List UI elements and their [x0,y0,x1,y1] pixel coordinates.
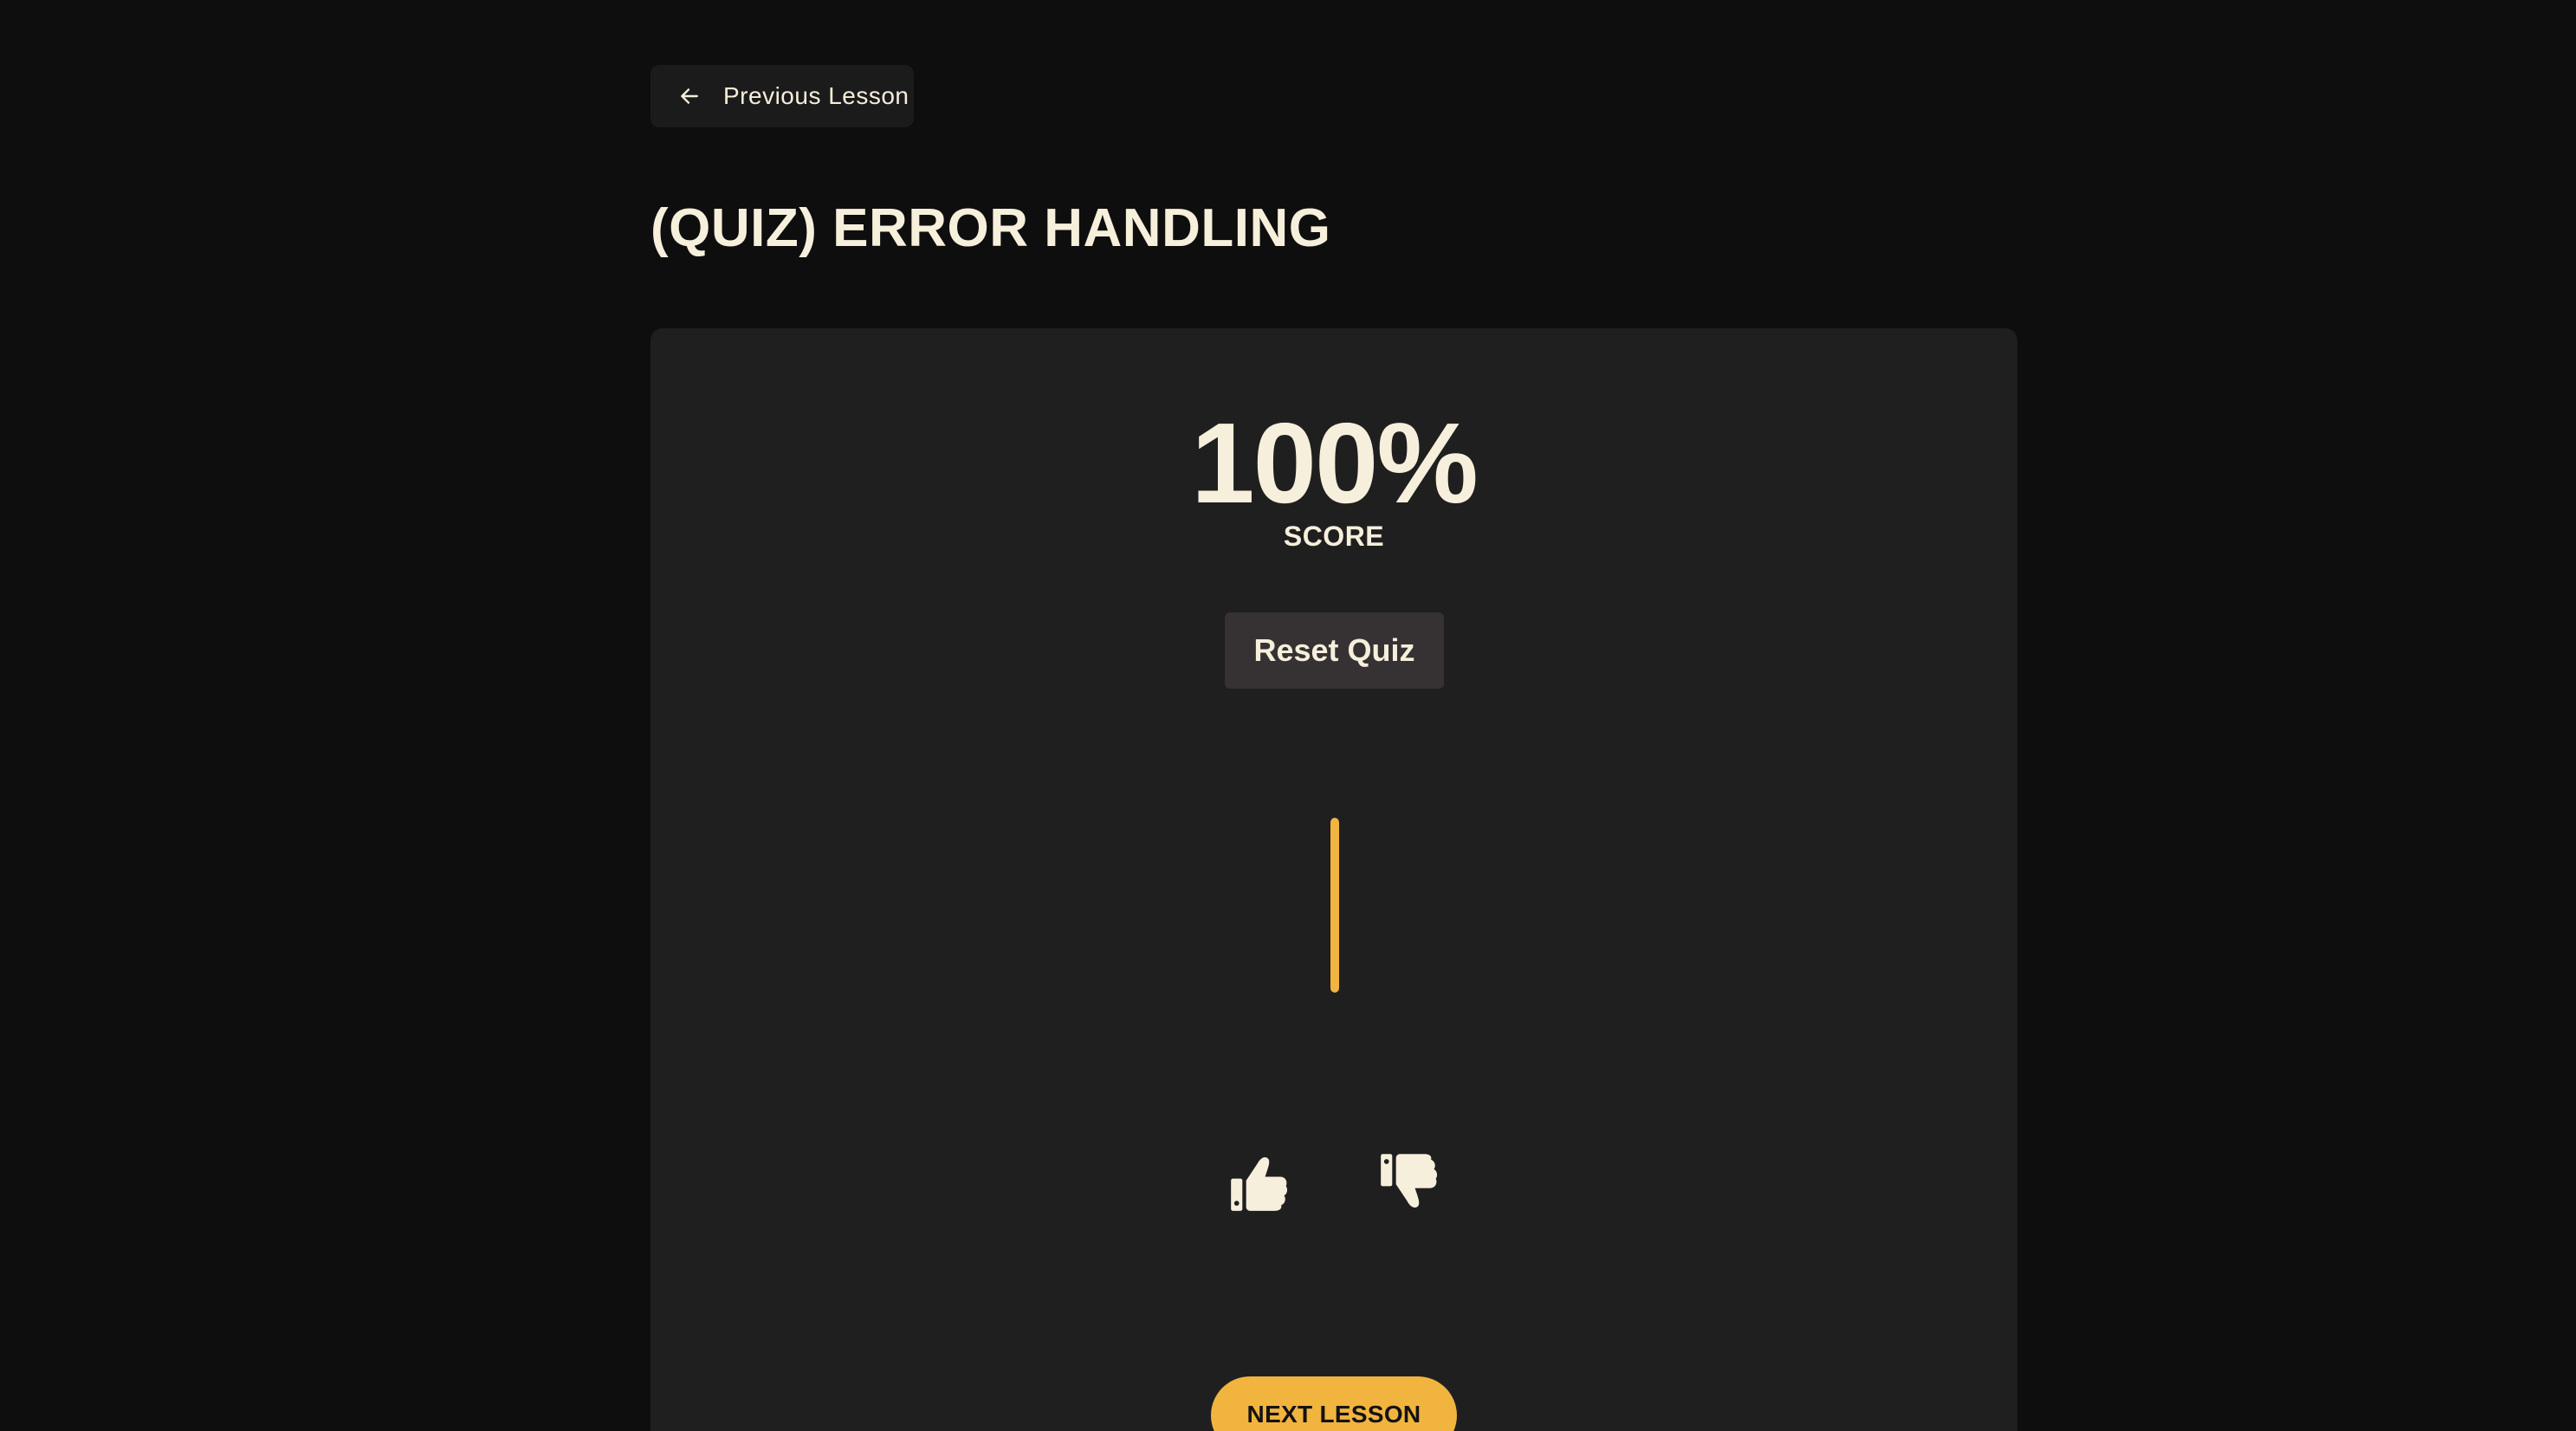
thumbs-up-icon[interactable] [1229,1151,1290,1214]
quiz-progress-fill [1330,818,1339,993]
previous-lesson-button[interactable]: Previous Lesson [650,65,914,127]
previous-lesson-label: Previous Lesson [723,82,909,109]
quiz-card: 100% SCORE Reset Quiz NEXT LESSON [650,328,2017,1431]
page-title: (QUIZ) ERROR HANDLING [650,198,1331,258]
lesson-page: Previous Lesson (QUIZ) ERROR HANDLING 10… [0,0,2576,1431]
score-value: 100% [1191,399,1479,527]
arrow-left-icon [681,88,698,104]
reset-quiz-button[interactable]: Reset Quiz [1225,612,1444,689]
thumbs-down-icon[interactable] [1379,1151,1440,1214]
next-lesson-button[interactable]: NEXT LESSON [1211,1376,1457,1431]
quiz-progress-bar [1330,818,1339,993]
score-label: SCORE [1283,521,1385,552]
